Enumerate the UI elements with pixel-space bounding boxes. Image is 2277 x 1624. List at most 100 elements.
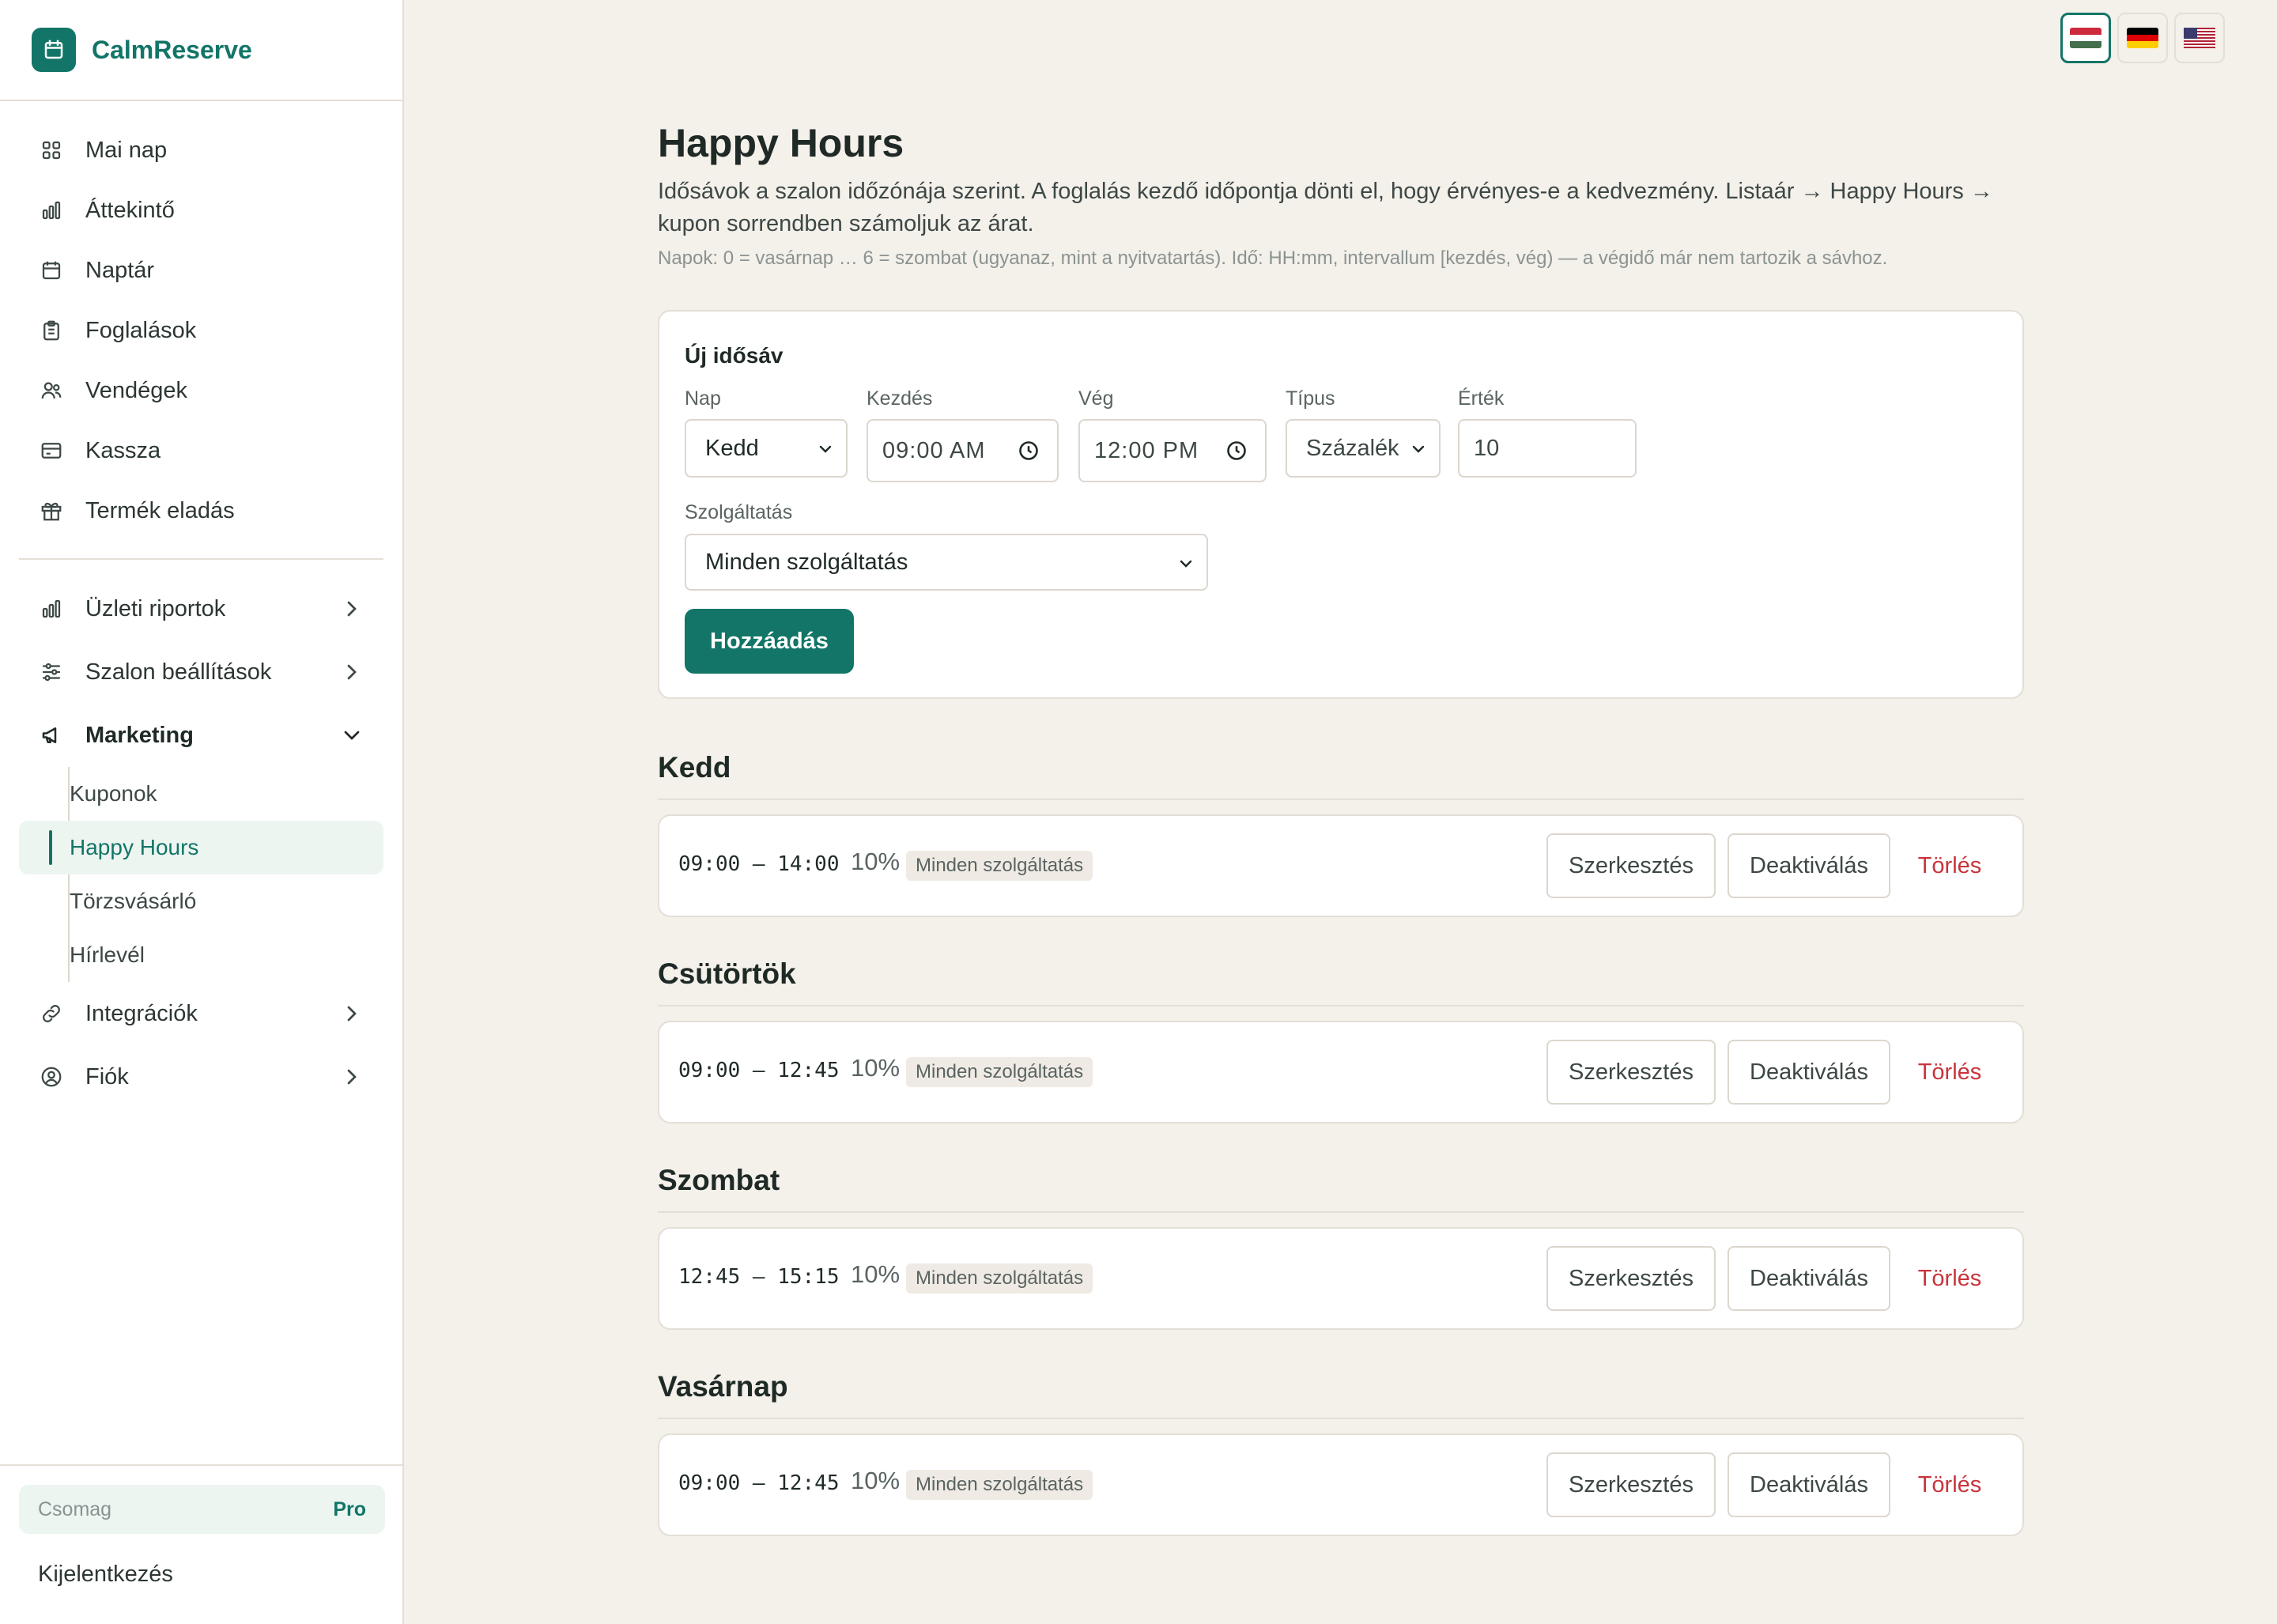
service-label: Szolgáltatás: [685, 501, 793, 523]
bar-chart-icon: [38, 197, 65, 224]
edit-button[interactable]: Szerkesztés: [1546, 1246, 1716, 1311]
day-label: Nap: [685, 387, 721, 410]
day-divider: [658, 799, 2024, 800]
chevron-down-icon: [344, 731, 360, 740]
nav-group-label: Szalon beállítások: [85, 659, 272, 685]
nav-group-marketing[interactable]: Marketing: [19, 704, 383, 767]
page-title: Happy Hours: [658, 121, 904, 165]
deactivate-button[interactable]: Deaktiválás: [1728, 1040, 1890, 1105]
sub-item-newsletter[interactable]: Hírlevél: [19, 928, 383, 982]
clipboard-icon: [38, 317, 65, 344]
slot-row: 09:00 – 12:45 10% Minden szolgáltatás Sz…: [658, 1433, 2024, 1536]
deactivate-button[interactable]: Deaktiválás: [1728, 833, 1890, 898]
germany-flag-icon: [2127, 28, 2158, 48]
slot-time: 09:00 – 14:00: [678, 852, 840, 876]
start-time-value: 09:00 AM: [882, 437, 986, 463]
day-divider: [658, 1211, 2024, 1213]
edit-button[interactable]: Szerkesztés: [1546, 1040, 1716, 1105]
users-icon: [38, 377, 65, 404]
calendar-icon: [38, 257, 65, 284]
nav-group-integrations[interactable]: Integrációk: [19, 982, 383, 1045]
plan-box: Csomag Pro: [19, 1485, 385, 1534]
delete-button[interactable]: Törlés: [1902, 1452, 1997, 1517]
nav-group-salon-settings[interactable]: Szalon beállítások: [19, 640, 383, 704]
day-heading-saturday: Szombat: [658, 1164, 780, 1196]
sub-item-happy-hours[interactable]: Happy Hours: [19, 821, 383, 874]
nav-item-label: Mai nap: [85, 137, 168, 163]
clock-icon: [1227, 441, 1246, 460]
chevron-right-icon: [347, 1069, 357, 1085]
nav-item-today[interactable]: Mai nap: [19, 120, 383, 180]
nav-group-label: Fiók: [85, 1063, 129, 1090]
deactivate-button[interactable]: Deaktiválás: [1728, 1246, 1890, 1311]
clock-icon: [1019, 441, 1038, 460]
nav-item-label: Vendégek: [85, 377, 188, 403]
sidebar: CalmReserve Mai nap Áttekintő Naptár Fog…: [0, 0, 404, 1624]
nav-item-label: Kassza: [85, 437, 161, 463]
value-input[interactable]: 10: [1458, 419, 1637, 478]
type-select-value: Százalék: [1306, 435, 1399, 461]
day-heading-sunday: Vasárnap: [658, 1370, 788, 1403]
nav-item-label: Naptár: [85, 257, 155, 283]
sliders-icon: [38, 659, 65, 685]
gift-icon: [38, 497, 65, 524]
add-button[interactable]: Hozzáadás: [685, 609, 854, 674]
chevron-down-icon: [819, 445, 832, 453]
slot-row: 12:45 – 15:15 10% Minden szolgáltatás Sz…: [658, 1227, 2024, 1330]
nav-item-cashier[interactable]: Kassza: [19, 421, 383, 481]
language-hu-button[interactable]: [2060, 13, 2111, 63]
new-slot-form: Új idősáv Nap Kedd Kezdés 09:00 AM Vég 1…: [658, 310, 2024, 699]
service-select[interactable]: Minden szolgáltatás: [685, 534, 1208, 591]
slot-service-badge: Minden szolgáltatás: [906, 1057, 1093, 1087]
slot-time: 09:00 – 12:45: [678, 1059, 840, 1082]
brand[interactable]: CalmReserve: [0, 0, 402, 101]
grid-icon: [38, 137, 65, 164]
main-nav: Mai nap Áttekintő Naptár Foglalások Vend…: [0, 101, 402, 1108]
day-select[interactable]: Kedd: [685, 419, 848, 478]
plan-value: Pro: [333, 1497, 366, 1520]
language-switcher: [2060, 13, 2225, 63]
chevron-right-icon: [347, 601, 357, 617]
day-divider: [658, 1005, 2024, 1007]
delete-button[interactable]: Törlés: [1902, 1040, 1997, 1105]
slot-percent: 10%: [851, 1260, 901, 1288]
sub-item-coupons[interactable]: Kuponok: [19, 767, 383, 821]
logout-link[interactable]: Kijelentkezés: [38, 1562, 173, 1588]
type-select[interactable]: Százalék: [1286, 419, 1441, 478]
slot-time: 09:00 – 12:45: [678, 1471, 840, 1495]
page-description: Idősávok a szalon időzónája szerint. A f…: [658, 179, 1993, 236]
delete-button[interactable]: Törlés: [1902, 1246, 1997, 1311]
nav-group-business-reports[interactable]: Üzleti riportok: [19, 577, 383, 640]
day-select-value: Kedd: [705, 435, 759, 461]
nav-group-account[interactable]: Fiók: [19, 1045, 383, 1108]
start-time-input[interactable]: 09:00 AM: [867, 419, 1059, 482]
nav-item-bookings[interactable]: Foglalások: [19, 300, 383, 361]
delete-button[interactable]: Törlés: [1902, 833, 1997, 898]
nav-item-overview[interactable]: Áttekintő: [19, 180, 383, 240]
marketing-submenu: Kuponok Happy Hours Törzsvásárló Hírlevé…: [19, 767, 383, 982]
sub-item-loyalty[interactable]: Törzsvásárló: [19, 874, 383, 928]
day-heading-tuesday: Kedd: [658, 751, 731, 784]
deactivate-button[interactable]: Deaktiválás: [1728, 1452, 1890, 1517]
hungary-flag-icon: [2070, 28, 2101, 48]
end-time-value: 12:00 PM: [1094, 437, 1199, 463]
slot-service-badge: Minden szolgáltatás: [906, 1263, 1093, 1294]
language-en-button[interactable]: [2174, 13, 2225, 63]
nav-item-calendar[interactable]: Naptár: [19, 240, 383, 300]
edit-button[interactable]: Szerkesztés: [1546, 833, 1716, 898]
nav-item-guests[interactable]: Vendégek: [19, 361, 383, 421]
nav-item-label: Termék eladás: [85, 497, 235, 523]
language-de-button[interactable]: [2117, 13, 2168, 63]
sidebar-bottom-divider: [0, 1464, 404, 1466]
slot-percent: 10%: [851, 848, 901, 875]
slot-percent: 10%: [851, 1467, 901, 1494]
edit-button[interactable]: Szerkesztés: [1546, 1452, 1716, 1517]
credit-card-icon: [38, 437, 65, 464]
calendar-logo-icon: [32, 28, 76, 72]
end-time-input[interactable]: 12:00 PM: [1078, 419, 1267, 482]
slot-service-badge: Minden szolgáltatás: [906, 1470, 1093, 1500]
value-input-value: 10: [1474, 435, 1500, 461]
nav-item-product-sale[interactable]: Termék eladás: [19, 481, 383, 541]
nav-divider: [19, 558, 383, 560]
nav-group-label: Üzleti riportok: [85, 595, 226, 621]
